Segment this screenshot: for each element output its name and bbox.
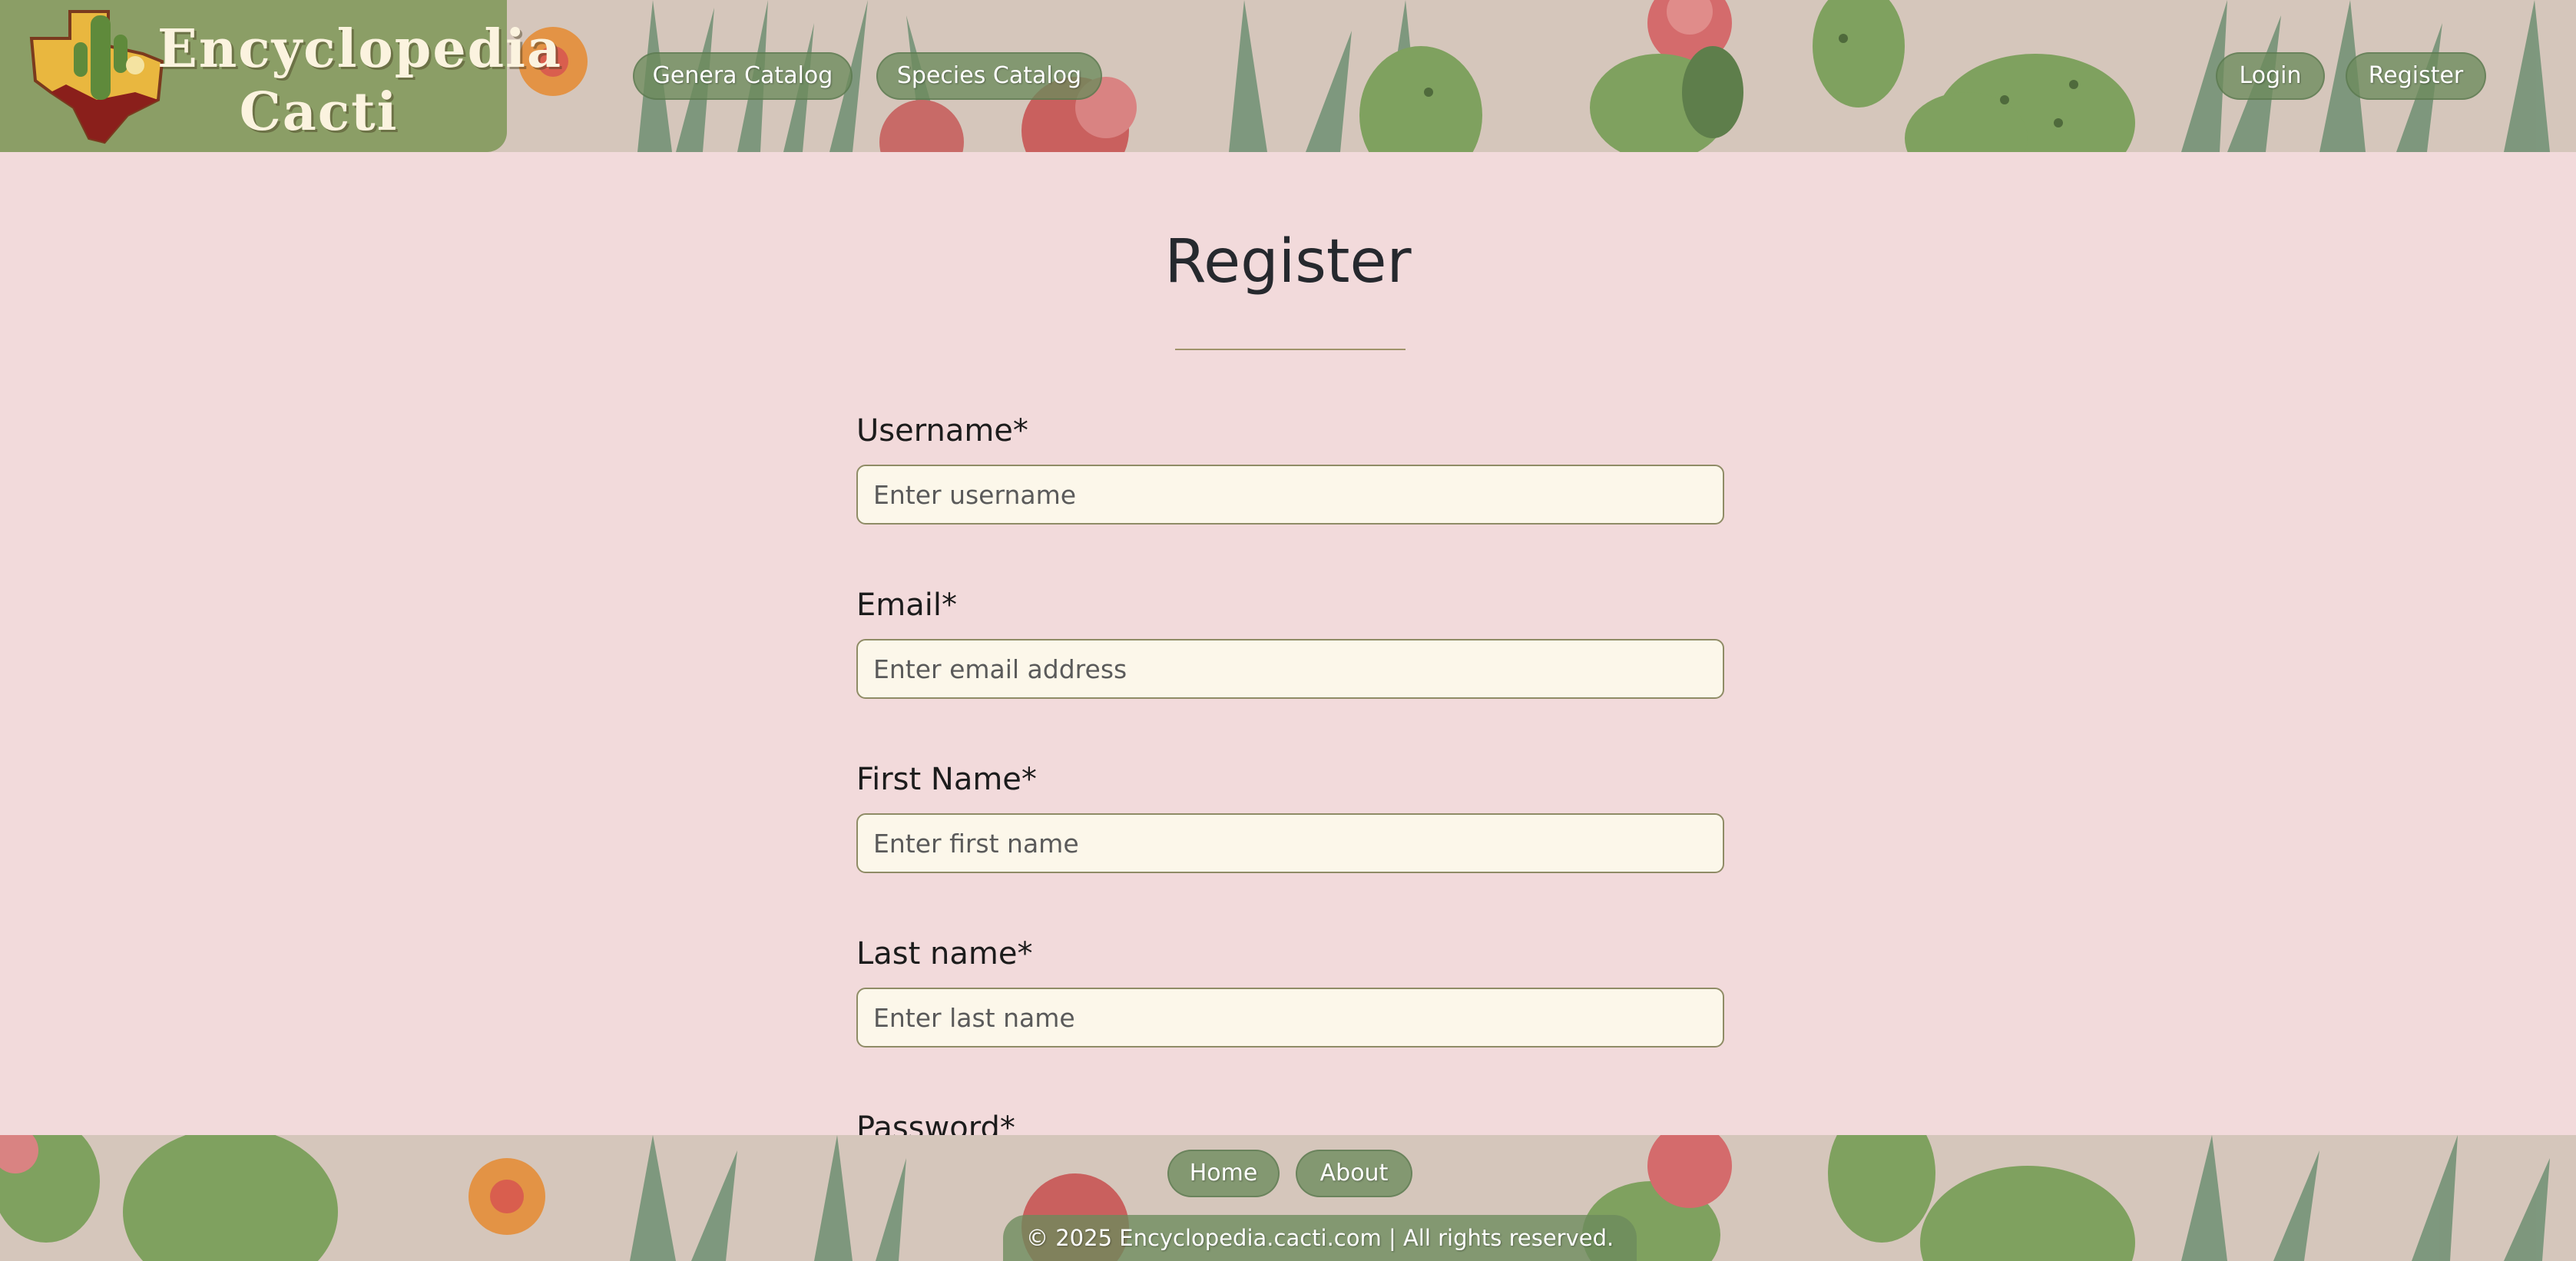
brand-name-line-1: Encyclopedia xyxy=(157,18,563,80)
footer-about-link[interactable]: About xyxy=(1296,1150,1412,1197)
site-footer: Home About © 2025 Encyclopedia.cacti.com… xyxy=(0,1135,2576,1261)
password-label: Password* xyxy=(856,1110,1015,1135)
footer-home-link[interactable]: Home xyxy=(1167,1150,1280,1197)
email-input[interactable] xyxy=(856,639,1724,699)
last-name-input[interactable] xyxy=(856,988,1724,1048)
nav-species-catalog-button[interactable]: Species Catalog xyxy=(876,52,1102,100)
copyright-text: © 2025 Encyclopedia.cacti.com | All righ… xyxy=(1003,1215,1637,1261)
site-logo[interactable]: Encyclopedia Cacti xyxy=(0,0,563,152)
first-name-label: First Name* xyxy=(856,762,1037,797)
title-divider xyxy=(1175,349,1406,350)
brand-name-line-2: Cacti xyxy=(239,81,399,143)
email-label: Email* xyxy=(856,587,957,623)
site-header: Encyclopedia Cacti Genera Catalog Specie… xyxy=(0,0,2576,152)
texas-cactus-logo-icon xyxy=(29,10,164,144)
register-button[interactable]: Register xyxy=(2346,52,2486,100)
nav-genera-catalog-button[interactable]: Genera Catalog xyxy=(633,52,853,100)
page-title: Register xyxy=(1164,227,1412,296)
username-label: Username* xyxy=(856,413,1028,448)
first-name-input[interactable] xyxy=(856,813,1724,873)
username-input[interactable] xyxy=(856,465,1724,525)
login-button[interactable]: Login xyxy=(2216,52,2325,100)
register-form-area: Register Username* Email* First Name* La… xyxy=(0,152,2576,1135)
last-name-label: Last name* xyxy=(856,936,1033,971)
